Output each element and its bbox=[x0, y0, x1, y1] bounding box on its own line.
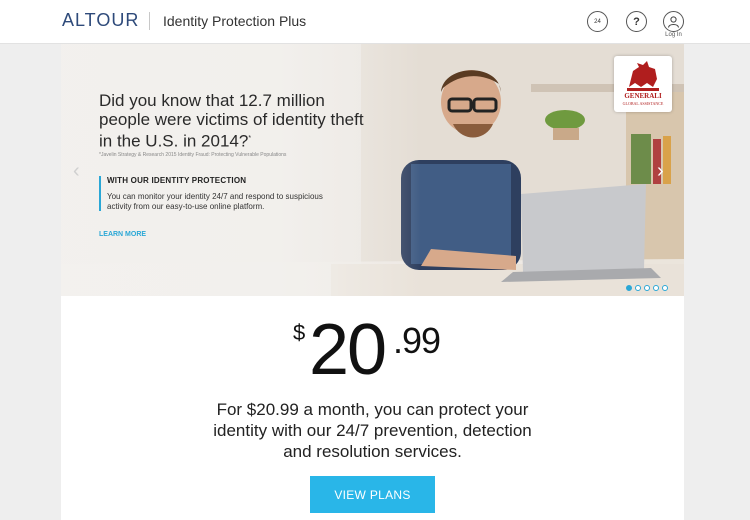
price-currency: $ bbox=[293, 320, 306, 345]
product-name: Identity Protection Plus bbox=[163, 13, 307, 29]
protection-callout: WITH OUR IDENTITY PROTECTION You can mon… bbox=[99, 176, 331, 211]
hero-headline: Did you know that 12.7 million people we… bbox=[99, 91, 379, 151]
header-divider bbox=[149, 12, 150, 30]
hero-text-overlay bbox=[61, 44, 421, 296]
tagline-line: For $20.99 a month, you can protect your bbox=[216, 400, 529, 419]
generali-wordmark: GENERALI bbox=[624, 92, 662, 100]
login-link[interactable]: Log In bbox=[663, 32, 684, 38]
tagline-line: and resolution services. bbox=[283, 442, 462, 461]
callout-body: You can monitor your identity 24/7 and r… bbox=[107, 192, 323, 211]
lion-icon bbox=[627, 61, 659, 91]
carousel-dot[interactable] bbox=[644, 285, 650, 291]
carousel-dot[interactable] bbox=[653, 285, 659, 291]
hero-carousel: Did you know that 12.7 million people we… bbox=[61, 44, 684, 296]
hero-footnote-mark: * bbox=[248, 135, 252, 142]
altour-logo[interactable]: ALTOUR bbox=[62, 10, 139, 31]
price-cents: .99 bbox=[393, 320, 441, 361]
phone-badge: 24 bbox=[594, 18, 601, 25]
phone-support-icon[interactable]: 24 bbox=[587, 11, 608, 32]
hero-headline-text: Did you know that 12.7 million people we… bbox=[99, 91, 364, 151]
hero-source-citation: *Javelin Strategy & Research 2015 Identi… bbox=[99, 152, 287, 158]
generali-subtext: GLOBAL ASSISTANCE bbox=[622, 101, 664, 106]
carousel-dot[interactable] bbox=[626, 285, 632, 291]
view-plans-button[interactable]: VIEW PLANS bbox=[310, 476, 435, 513]
carousel-dot[interactable] bbox=[662, 285, 668, 291]
pricing-tagline: For $20.99 a month, you can protect your… bbox=[61, 399, 684, 462]
learn-more-link[interactable]: LEARN MORE bbox=[99, 231, 146, 238]
carousel-next-icon[interactable]: › bbox=[657, 160, 664, 183]
site-header: ALTOUR Identity Protection Plus 24 ? Log… bbox=[0, 0, 750, 44]
carousel-prev-icon[interactable]: ‹ bbox=[73, 160, 80, 183]
carousel-dot[interactable] bbox=[635, 285, 641, 291]
price-amount: 20 bbox=[309, 310, 387, 390]
generali-logo: GENERALI GLOBAL ASSISTANCE bbox=[614, 56, 672, 112]
callout-title: WITH OUR IDENTITY PROTECTION bbox=[107, 176, 247, 185]
user-silhouette bbox=[668, 16, 679, 28]
tagline-line: identity with our 24/7 prevention, detec… bbox=[213, 421, 532, 440]
carousel-indicators bbox=[626, 285, 668, 291]
user-icon[interactable] bbox=[663, 11, 684, 32]
pricing-section: $ 20 .99 For $20.99 a month, you can pro… bbox=[61, 296, 684, 520]
help-glyph: ? bbox=[633, 15, 640, 28]
help-icon[interactable]: ? bbox=[626, 11, 647, 32]
